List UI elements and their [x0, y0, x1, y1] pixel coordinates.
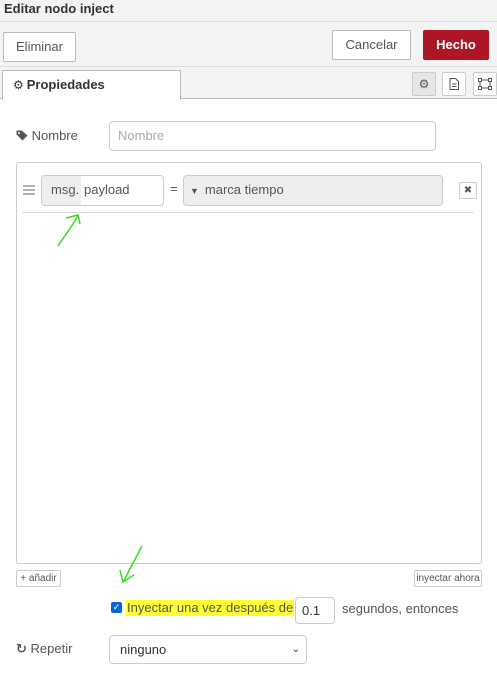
- description-tab-icon[interactable]: [442, 72, 466, 96]
- gear-icon: ⚙: [418, 77, 430, 91]
- repeat-select-value: ninguno: [120, 642, 167, 657]
- done-button[interactable]: Hecho: [423, 30, 489, 60]
- inject-delay-suffix: segundos, entonces: [342, 601, 459, 616]
- inject-now-button[interactable]: inyectar ahora: [414, 570, 482, 587]
- gear-icon: ⚙: [13, 78, 24, 92]
- remove-row-button[interactable]: ✖: [459, 182, 477, 199]
- frame-icon: [478, 78, 492, 90]
- dialog-toolbar: Eliminar Cancelar Hecho: [0, 22, 497, 67]
- inject-delay-input[interactable]: 0.1: [295, 597, 335, 624]
- name-label: Nombre: [16, 128, 78, 143]
- tab-properties[interactable]: ⚙ Propiedades: [2, 70, 181, 100]
- name-label-text: Nombre: [31, 128, 78, 143]
- dialog-title: Editar nodo inject: [4, 1, 114, 16]
- name-input[interactable]: Nombre: [109, 121, 436, 151]
- document-icon: [449, 78, 459, 90]
- dialog-header: Editar nodo inject: [0, 0, 497, 22]
- delete-button[interactable]: Eliminar: [3, 32, 76, 62]
- value-type-select[interactable]: ▼ marca tiempo: [183, 175, 443, 206]
- caret-down-icon: ▼: [190, 186, 199, 196]
- inject-once-label: Inyectar una vez después de: [126, 600, 295, 616]
- close-icon: ✖: [463, 185, 473, 196]
- repeat-select[interactable]: ninguno ⌄: [109, 635, 307, 664]
- cancel-button[interactable]: Cancelar: [332, 30, 411, 60]
- add-property-button[interactable]: + añadir: [16, 570, 61, 587]
- repeat-label: ↻ Repetir: [16, 641, 72, 657]
- add-label: añadir: [28, 573, 57, 584]
- plus-icon: +: [20, 573, 27, 584]
- property-value[interactable]: payload: [84, 176, 130, 204]
- equals-sign: =: [170, 181, 178, 196]
- tag-icon: [16, 130, 28, 141]
- property-prefix: msg.: [42, 176, 81, 205]
- property-field[interactable]: msg. payload: [41, 175, 164, 206]
- drag-handle-icon[interactable]: [23, 182, 35, 198]
- settings-tab-icon[interactable]: ⚙: [412, 72, 436, 96]
- inject-once-checkbox[interactable]: ✓: [111, 602, 122, 613]
- property-list: [16, 162, 482, 564]
- repeat-icon: ↻: [16, 641, 27, 656]
- tab-properties-label: Propiedades: [26, 77, 105, 92]
- chevron-down-icon: ⌄: [291, 644, 300, 655]
- value-type-label: marca tiempo: [204, 182, 284, 197]
- annotation-arrow-down-head: [119, 569, 135, 584]
- repeat-label-text: Repetir: [30, 641, 73, 656]
- appearance-tab-icon[interactable]: [473, 72, 497, 96]
- row-divider: [22, 212, 474, 213]
